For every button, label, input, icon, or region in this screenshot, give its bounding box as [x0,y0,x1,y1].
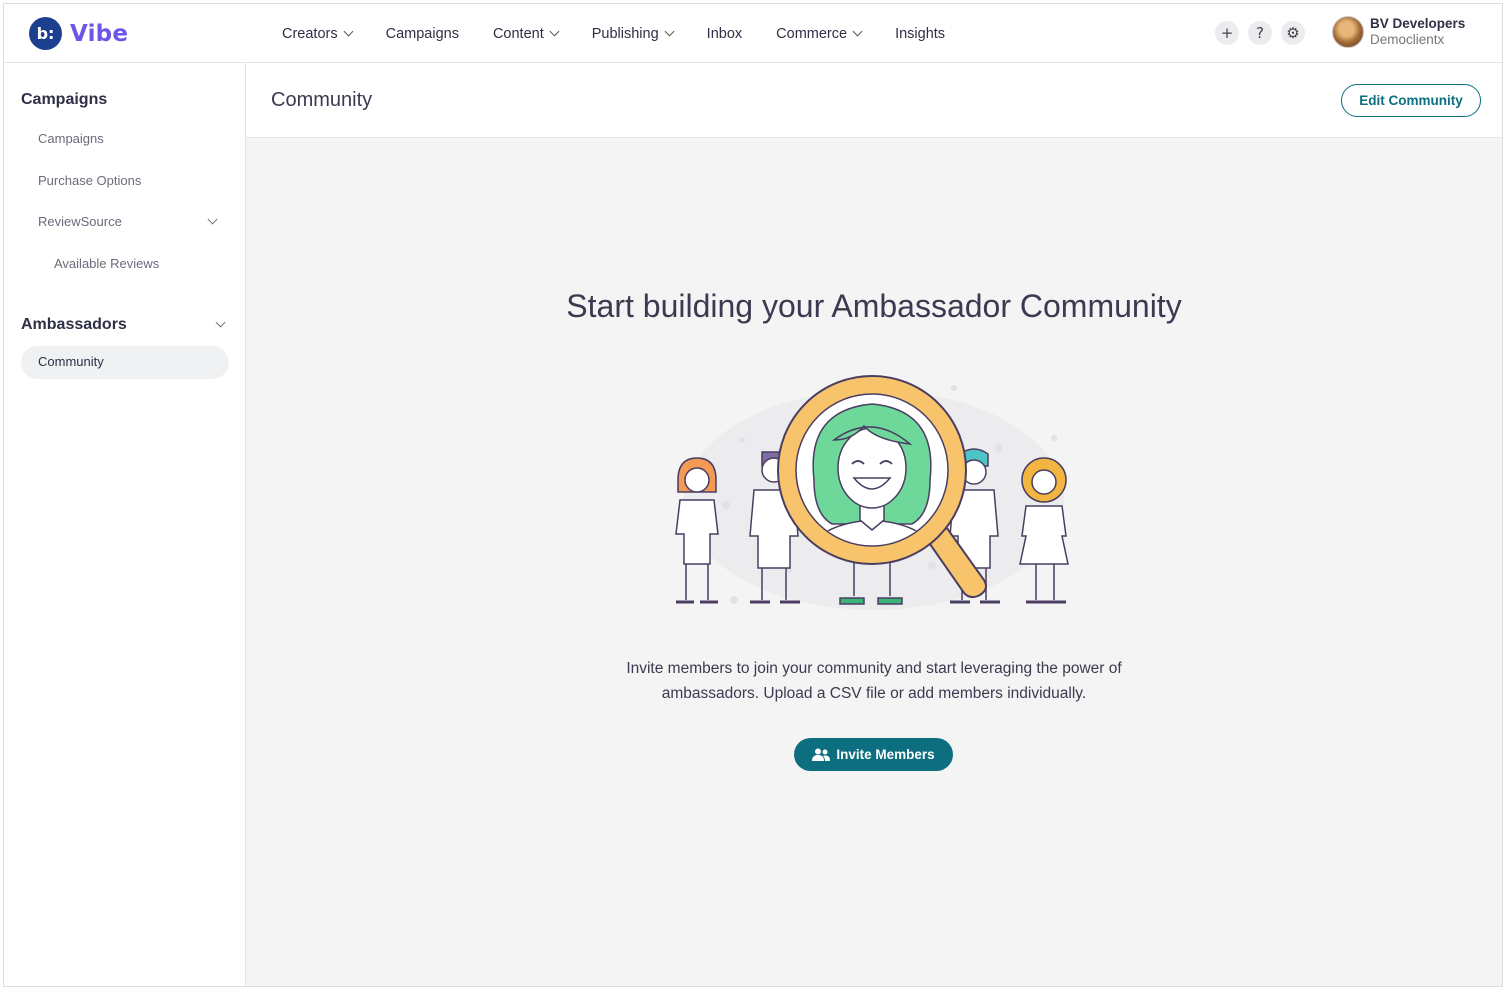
chevron-down-icon [549,26,560,37]
nav-item-label: Creators [282,25,338,42]
gear-icon[interactable]: ⚙ [1281,21,1305,45]
sidebar-heading-campaigns: Campaigns [21,91,108,108]
page-title: Community [271,89,373,111]
ambassador-figure-1 [675,457,719,604]
nav-item-label: Publishing [591,25,659,42]
sidebar-item-purchase-options[interactable]: Purchase Options [38,173,141,188]
nav-item-content[interactable]: Content [492,25,560,42]
ambassador-figure-5 [1019,457,1069,604]
app-window: b: Vibe Creators Campaigns Content Publi… [3,3,1503,987]
chevron-down-icon [664,26,675,37]
top-navigation-bar: b: Vibe Creators Campaigns Content Publi… [4,4,1502,63]
user-menu[interactable]: BV Developers Democlientx [1332,16,1465,48]
chevron-down-icon [343,26,354,37]
sidebar-item-campaigns[interactable]: Campaigns [38,131,104,146]
nav-item-inbox[interactable]: Inbox [707,26,742,42]
nav-item-creators[interactable]: Creators [282,25,354,42]
brand-badge-icon: b: [29,17,62,50]
community-illustration [675,375,1069,610]
nav-item-campaigns[interactable]: Campaigns [386,26,459,42]
invite-members-button[interactable]: Invite Members [794,738,953,771]
sidebar: Campaigns Campaigns Purchase Options Rev… [4,63,246,986]
plus-icon[interactable]: + [1215,21,1239,45]
app-logo[interactable]: b: Vibe [29,17,128,50]
users-icon [812,748,831,761]
nav-item-label: Campaigns [385,25,459,42]
description-line-1: Invite members to join your community an… [626,660,1122,677]
empty-state-panel: Start building your Ambassador Community [246,138,1502,986]
sidebar-item-community[interactable]: Community [21,346,229,379]
help-icon[interactable]: ? [1248,21,1272,45]
description-line-2: ambassadors. Upload a CSV file or add me… [661,685,1087,702]
empty-state-description: Invite members to join your community an… [246,656,1502,706]
chevron-down-icon [852,26,863,37]
empty-state-title: Start building your Ambassador Community [566,288,1182,324]
sidebar-heading-ambassadors[interactable]: Ambassadors [21,316,127,334]
nav-item-label: Content [492,25,544,42]
sidebar-item-reviewsource[interactable]: ReviewSource [38,214,122,229]
user-org: Democlientx [1370,32,1445,47]
sidebar-item-available-reviews[interactable]: Available Reviews [54,256,159,271]
nav-item-label: Inbox [706,25,743,42]
magnifying-glass-icon [777,375,967,565]
nav-item-label: Insights [895,25,946,42]
nav-item-label: Commerce [776,25,848,42]
toolbar-actions: + ? ⚙ [1215,21,1305,45]
main-nav: Creators Campaigns Content Publishing In… [282,4,979,63]
brand-name: Vibe [70,20,129,47]
edit-community-button[interactable]: Edit Community [1341,84,1481,117]
invite-members-label: Invite Members [836,747,935,762]
nav-item-commerce[interactable]: Commerce [776,25,863,42]
nav-item-publishing[interactable]: Publishing [591,25,675,42]
page-header: Community Edit Community [246,63,1502,138]
nav-item-insights[interactable]: Insights [895,26,945,42]
chevron-down-icon[interactable] [215,317,226,328]
chevron-down-icon[interactable] [207,214,218,225]
user-name: BV Developers [1370,16,1466,31]
avatar [1332,16,1364,48]
